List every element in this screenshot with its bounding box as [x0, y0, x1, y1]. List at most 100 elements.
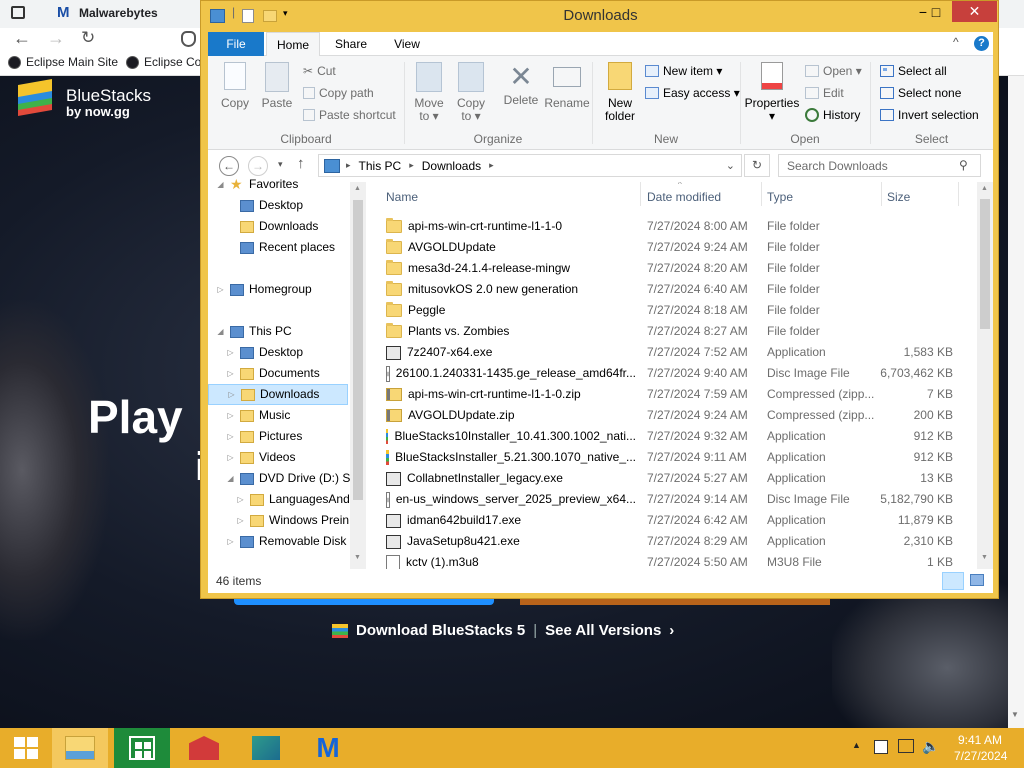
start-button[interactable]: [0, 728, 52, 768]
reload-icon[interactable]: ↻: [81, 28, 95, 48]
file-row[interactable]: JavaSetup8u421.exe 7/27/2024 8:29 AM Appli…: [378, 531, 976, 552]
file-explorer-taskbar-button[interactable]: [52, 728, 108, 768]
see-all-versions-link[interactable]: See All Versions: [545, 622, 661, 639]
show-hidden-icons[interactable]: ▲: [852, 740, 861, 750]
nav-item[interactable]: ▷ Removable Disk (: [226, 531, 353, 552]
recent-locations-icon[interactable]: ▾: [278, 159, 283, 170]
large-icons-view-button[interactable]: [970, 574, 984, 586]
tab-file[interactable]: File: [208, 32, 264, 56]
rename-button[interactable]: Rename: [544, 62, 590, 110]
nav-scrollbar[interactable]: ▲ ▼: [350, 182, 366, 569]
breadcrumb-downloads[interactable]: Downloads: [422, 159, 481, 173]
browser-scrollbar[interactable]: ▼: [1008, 76, 1024, 728]
file-row[interactable]: CollabnetInstaller_legacy.exe 7/27/2024 5…: [378, 468, 976, 489]
copy-to-button[interactable]: Copy to ▾: [454, 62, 488, 123]
nav-item[interactable]: ▷ Documents: [226, 363, 319, 384]
forward-icon[interactable]: →: [47, 28, 65, 49]
store-taskbar-button[interactable]: [114, 728, 170, 768]
invert-selection-button[interactable]: Invert selection: [880, 108, 979, 122]
nav-item[interactable]: ▷ Homegroup: [216, 279, 311, 300]
search-box[interactable]: Search Downloads ⚲: [778, 154, 981, 177]
expand-arrow-icon[interactable]: ▷: [236, 489, 245, 510]
copy-button[interactable]: Copy: [218, 62, 252, 110]
edit-button[interactable]: Edit: [805, 86, 844, 100]
open-button[interactable]: Open ▾: [805, 64, 862, 78]
paste-shortcut-button[interactable]: Paste shortcut: [303, 108, 396, 122]
search-input[interactable]: Search Downloads: [787, 159, 888, 173]
paste-button[interactable]: Paste: [260, 62, 294, 110]
expand-arrow-icon[interactable]: ▷: [226, 531, 235, 552]
red-app-taskbar-button[interactable]: [176, 728, 232, 768]
nav-item[interactable]: ◢ DVD Drive (D:) SE: [226, 468, 358, 489]
column-divider[interactable]: [640, 182, 641, 206]
nav-scroll-thumb[interactable]: [353, 200, 363, 500]
tab-share[interactable]: Share: [326, 32, 376, 56]
network-icon[interactable]: [898, 739, 914, 753]
list-scroll-thumb[interactable]: [980, 199, 990, 329]
list-scrollbar[interactable]: ▲ ▼: [977, 182, 993, 569]
action-center-flag-icon[interactable]: [874, 740, 888, 754]
nav-item[interactable]: ▷ Downloads: [208, 384, 348, 405]
expand-arrow-icon[interactable]: ▷: [226, 405, 235, 426]
nav-item[interactable]: ◢ This PC: [216, 321, 291, 342]
file-row[interactable]: idman642build17.exe 7/27/2024 6:42 AM Appl…: [378, 510, 976, 531]
move-to-button[interactable]: Move to ▾: [412, 62, 446, 123]
new-folder-button[interactable]: New folder: [600, 62, 640, 123]
nav-item[interactable]: ▷ LanguagesAnd: [236, 489, 349, 510]
file-row[interactable]: 7z2407-x64.exe 7/27/2024 7:52 AM Applicati…: [378, 342, 976, 363]
bluestacks-logo[interactable]: [14, 79, 58, 123]
nav-item[interactable]: ◢ ★ Favorites: [216, 174, 298, 195]
column-divider[interactable]: [761, 182, 762, 206]
column-divider[interactable]: [881, 182, 882, 206]
tab-home[interactable]: Home: [266, 32, 320, 56]
forward-button[interactable]: →: [248, 156, 268, 176]
refresh-button[interactable]: ↻: [744, 154, 770, 177]
nav-item[interactable]: Downloads: [226, 216, 318, 237]
column-header-type[interactable]: Type: [767, 182, 793, 212]
column-header-date[interactable]: Date modified: [647, 182, 721, 212]
expand-arrow-icon[interactable]: ◢: [226, 468, 235, 489]
back-icon[interactable]: ←: [13, 28, 31, 49]
tab-list-icon[interactable]: [11, 6, 25, 19]
column-header-name[interactable]: Name: [386, 182, 418, 212]
title-bar[interactable]: | ▾ Downloads − □ ✕: [201, 1, 1000, 32]
file-row[interactable]: BlueStacks10Installer_10.41.300.1002_nat…: [378, 426, 976, 447]
maximize-button[interactable]: □: [920, 1, 952, 22]
file-row[interactable]: api-ms-win-crt-runtime-l1-1-0.zip 7/27/20…: [378, 384, 976, 405]
address-dropdown-icon[interactable]: ⌄: [726, 159, 735, 172]
details-view-button[interactable]: [942, 572, 964, 590]
teal-app-taskbar-button[interactable]: [238, 728, 294, 768]
expand-arrow-icon[interactable]: ▷: [236, 510, 245, 531]
expand-arrow-icon[interactable]: ▷: [226, 447, 235, 468]
file-row[interactable]: Peggle 7/27/2024 8:18 AM File folder: [378, 300, 976, 321]
properties-button[interactable]: Properties ▾: [744, 62, 800, 123]
nav-item[interactable]: ▷ Desktop: [226, 342, 303, 363]
expand-arrow-icon[interactable]: ▷: [216, 279, 225, 300]
clock-date[interactable]: 7/27/2024: [954, 749, 1007, 763]
clock-time[interactable]: 9:41 AM: [958, 733, 1002, 747]
expand-arrow-icon[interactable]: ▷: [226, 363, 235, 384]
history-button[interactable]: History: [805, 108, 860, 122]
file-row[interactable]: mesa3d-24.1.4-release-mingw 7/27/2024 8:2…: [378, 258, 976, 279]
cut-button[interactable]: ✂ Cut: [303, 64, 336, 78]
malwarebytes-taskbar-button[interactable]: M: [300, 728, 356, 768]
copy-path-button[interactable]: Copy path: [303, 86, 374, 100]
column-divider[interactable]: [958, 182, 959, 206]
nav-item[interactable]: Desktop: [226, 195, 303, 216]
close-button[interactable]: ✕: [952, 1, 997, 22]
file-row[interactable]: api-ms-win-crt-runtime-l1-1-0 7/27/2024 8…: [378, 216, 976, 237]
back-button[interactable]: ←: [219, 156, 239, 176]
file-row[interactable]: Plants vs. Zombies 7/27/2024 8:27 AM File …: [378, 321, 976, 342]
shield-icon[interactable]: [181, 31, 196, 47]
up-button[interactable]: ↑: [297, 155, 305, 172]
column-header-size[interactable]: Size: [887, 182, 910, 212]
bookmark-eclipse-main[interactable]: Eclipse Main Site: [8, 55, 118, 69]
file-row[interactable]: en-us_windows_server_2025_preview_x64...…: [378, 489, 976, 510]
expand-arrow-icon[interactable]: ▷: [226, 342, 235, 363]
bookmark-eclipse-co[interactable]: Eclipse Co: [126, 55, 201, 69]
collapse-ribbon-icon[interactable]: ^: [953, 35, 959, 49]
search-icon[interactable]: ⚲: [959, 158, 968, 172]
expand-arrow-icon[interactable]: ◢: [216, 174, 225, 195]
nav-item[interactable]: ▷ Pictures: [226, 426, 302, 447]
browser-tab-title[interactable]: Malwarebytes: [79, 6, 158, 20]
